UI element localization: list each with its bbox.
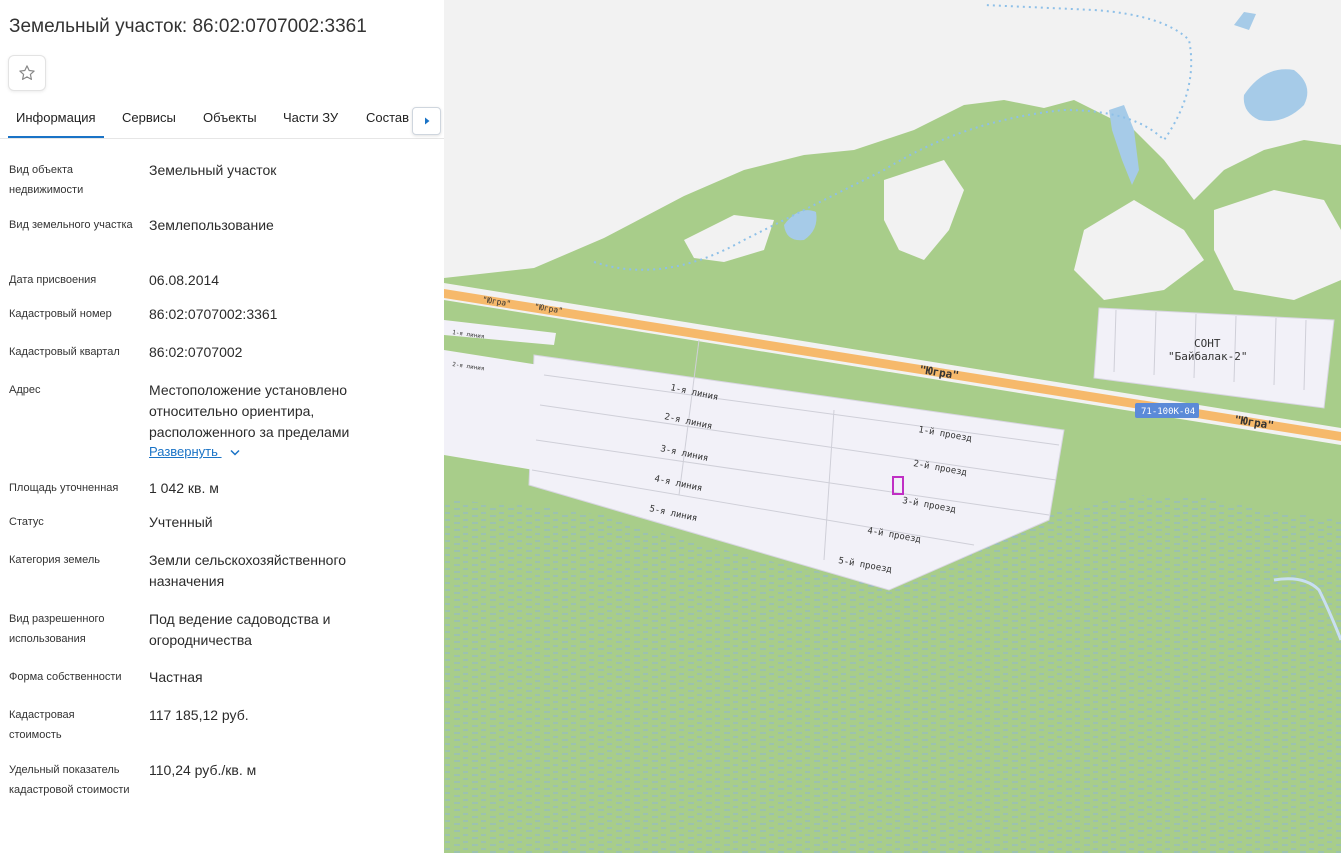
snt-label-line1: СОНТ bbox=[1194, 337, 1221, 350]
info-label: Статус bbox=[9, 516, 44, 528]
chevron-down-icon bbox=[230, 449, 240, 456]
info-value: Под ведение садоводства и огородничества bbox=[149, 611, 331, 648]
info-label: Кадастровый квартал bbox=[9, 346, 120, 358]
info-label: Категория земель bbox=[9, 554, 100, 566]
info-value: 110,24 руб./кв. м bbox=[149, 762, 257, 778]
favorite-button[interactable] bbox=[8, 55, 46, 91]
info-value: Земельный участок bbox=[149, 162, 277, 178]
info-label: Дата присвоения bbox=[9, 274, 97, 286]
expand-address-link[interactable]: Развернуть bbox=[149, 444, 240, 459]
road-number-label: 71-100К-04 bbox=[1141, 407, 1195, 417]
info-label: Удельный показатель кадастровой стоимост… bbox=[9, 764, 130, 796]
tabs-scroll-right-button[interactable] bbox=[412, 107, 441, 135]
address-value: Местоположение установлено относительно … bbox=[149, 382, 350, 440]
tab-composition[interactable]: Состав bbox=[366, 100, 409, 136]
page-title: Земельный участок: 86:02:0707002:3361 bbox=[9, 16, 367, 37]
map-canvas[interactable]: СОНТ "Байбалак-2" "Югра" "Югра" "Югра" "… bbox=[444, 0, 1341, 853]
snt-label-line2: "Байбалак-2" bbox=[1168, 350, 1247, 363]
info-label: Форма собственности bbox=[9, 671, 122, 683]
info-value: 86:02:0707002:3361 bbox=[149, 306, 278, 322]
tab-objects[interactable]: Объекты bbox=[203, 100, 257, 136]
info-label: Кадастровая стоимость bbox=[9, 709, 75, 741]
info-label: Вид разрешенного использования bbox=[9, 613, 105, 645]
info-label: Вид земельного участка bbox=[9, 219, 133, 231]
info-value: Земли сельскохозяйственного назначения bbox=[149, 552, 347, 589]
info-value: 1 042 кв. м bbox=[149, 480, 219, 496]
info-label: Площадь уточненная bbox=[9, 482, 119, 494]
info-value: Учтенный bbox=[149, 514, 213, 530]
map-view[interactable]: СОНТ "Байбалак-2" "Югра" "Югра" "Югра" "… bbox=[444, 0, 1341, 853]
info-label: Адрес bbox=[9, 384, 41, 396]
info-label: Вид объекта недвижимости bbox=[9, 164, 84, 196]
star-icon bbox=[19, 65, 35, 80]
clearing-area bbox=[1214, 190, 1341, 300]
tab-bar: Информация Сервисы Объекты Части ЗУ Сост… bbox=[0, 100, 444, 139]
caret-right-icon bbox=[424, 117, 429, 125]
info-value: Землепользование bbox=[149, 217, 274, 233]
expand-label: Развернуть bbox=[149, 444, 218, 459]
info-label: Кадастровый номер bbox=[9, 308, 112, 320]
info-value: 86:02:0707002 bbox=[149, 344, 243, 360]
tab-information[interactable]: Информация bbox=[8, 100, 104, 138]
info-panel: Земельный участок: 86:02:0707002:3361 Ин… bbox=[0, 0, 444, 853]
info-value: Частная bbox=[149, 669, 203, 685]
info-value: 117 185,12 руб. bbox=[149, 707, 249, 723]
tab-parts[interactable]: Части ЗУ bbox=[283, 100, 338, 136]
info-value: 06.08.2014 bbox=[149, 272, 220, 288]
tab-services[interactable]: Сервисы bbox=[122, 100, 176, 136]
